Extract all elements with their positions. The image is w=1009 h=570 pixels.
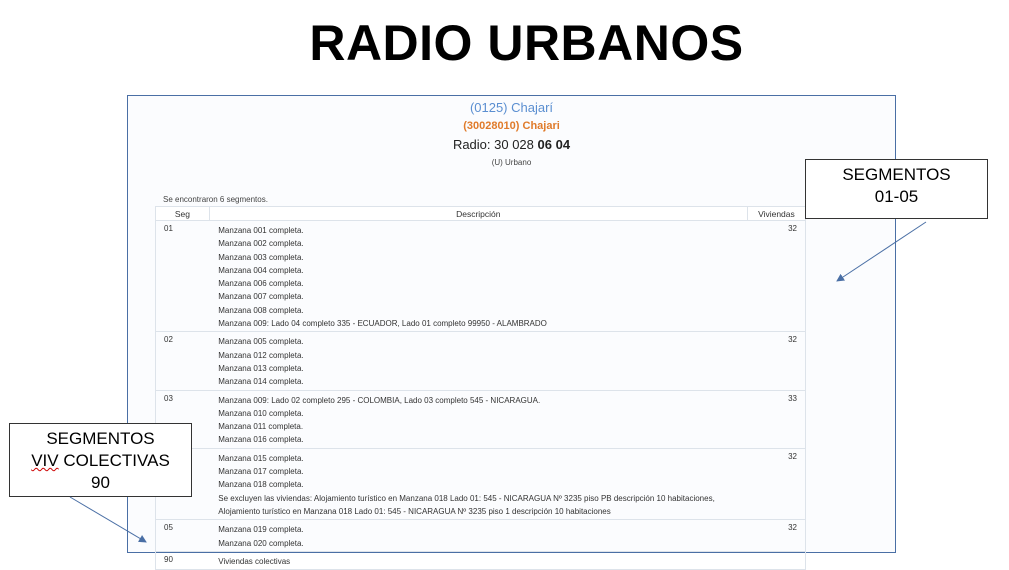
desc-line: Manzana 002 completa. <box>218 239 304 249</box>
desc-line: Manzana 016 completa. <box>218 435 304 445</box>
callout-segments-01-05: SEGMENTOS 01-05 <box>805 159 988 219</box>
desc-line: Manzana 007 completa. <box>218 292 304 302</box>
table-row: 03 Manzana 009: Lado 02 completo 295 - CO… <box>155 389 807 449</box>
viviendas-cell: 32 <box>747 331 807 391</box>
desc-line: Manzana 020 completa. <box>218 538 304 548</box>
desc-line: Manzana 004 completa. <box>218 265 304 275</box>
seg-cell: 02 <box>155 331 210 391</box>
desc-line: Manzana 011 completa. <box>218 422 304 432</box>
desc-cell: Manzana 015 completa. Manzana 017 complet… <box>209 447 748 521</box>
viviendas-cell: 32 <box>747 219 807 333</box>
desc-line: Se excluyen las viviendas: Alojamiento t… <box>218 493 715 503</box>
viviendas-cell: 33 <box>747 389 807 449</box>
radio-code: Radio: 30 028 06 04 <box>128 137 895 152</box>
desc-line: Manzana 019 completa. <box>218 525 304 535</box>
desc-cell: Manzana 005 completa. Manzana 012 complet… <box>209 331 748 391</box>
table-row: 05 Manzana 019 completa. Manzana 020 compl… <box>155 519 807 552</box>
desc-line: Manzana 006 completa. <box>218 279 304 289</box>
desc-line: Manzana 015 completa. <box>218 453 304 463</box>
callout-right-line2: 01-05 <box>874 187 919 206</box>
desc-line: Manzana 012 completa. <box>218 350 304 360</box>
viviendas-cell <box>747 550 807 570</box>
col-header-viv: Viviendas <box>746 206 807 221</box>
callout-left-line2-rest: COLECTIVAS <box>58 451 170 470</box>
desc-line: Manzana 009: Lado 04 completo 335 - ECUA… <box>218 319 547 329</box>
col-header-seg: Seg <box>155 206 210 221</box>
table-row: 04Manzana 015 completa.Manzana 017 compl… <box>155 447 807 521</box>
callout-right-line1: SEGMENTOS <box>842 165 951 184</box>
callout-left-viv-word: VIV <box>31 451 59 470</box>
col-header-desc: Descripción <box>208 206 748 221</box>
table-header-row: Seg Descripción Viviendas <box>155 206 807 221</box>
segments-panel: (0125) Chajarí (30028010) Chajari Radio:… <box>127 95 896 570</box>
desc-line: Manzana 010 completa. <box>218 408 304 418</box>
radio-prefix: Radio: 30 028 <box>452 137 534 152</box>
desc-line: Manzana 008 completa. <box>218 305 304 315</box>
table-row: 01 Manzana 001 completa. Manzana 002 compl… <box>155 219 807 333</box>
desc-line: Manzana 005 completa. <box>218 337 304 347</box>
seg-cell: 90 <box>155 550 210 570</box>
table-row: 90 Viviendas colectivas <box>155 550 807 570</box>
found-count-text: Se encontraron 6 segmentos. <box>163 195 268 204</box>
seg-cell: 01 <box>155 219 210 333</box>
radio-suffix: 06 04 <box>537 137 571 152</box>
desc-line: Manzana 014 completa. <box>218 377 304 387</box>
seg-cell: 05 <box>155 519 210 552</box>
desc-line: Manzana 018 completa. <box>218 480 304 490</box>
segments-table: Seg Descripción Viviendas 01 Manzana 001 … <box>155 206 807 570</box>
desc-cell: Manzana 009: Lado 02 completo 295 - COLO… <box>209 389 748 449</box>
department-link[interactable]: (0125) Chajarí <box>128 100 895 115</box>
desc-line: Alojamiento turístico en Manzana 018 Lad… <box>218 506 611 516</box>
callout-left-line3: 90 <box>91 473 110 492</box>
desc-line: Manzana 009: Lado 02 completo 295 - COLO… <box>218 395 541 405</box>
desc-cell: Viviendas colectivas <box>209 550 748 570</box>
viviendas-cell: 32 <box>747 447 807 521</box>
callout-left-line2: VIV COLECTIVAS <box>10 450 191 472</box>
locality-label: (30028010) Chajari <box>463 120 560 132</box>
desc-line: Viviendas colectivas <box>218 556 291 566</box>
desc-cell: Manzana 019 completa. Manzana 020 complet… <box>209 519 748 552</box>
desc-line: Manzana 003 completa. <box>218 252 304 262</box>
callout-left-line1: SEGMENTOS <box>46 429 155 448</box>
desc-line: Manzana 013 completa. <box>218 363 304 373</box>
viviendas-cell: 32 <box>747 519 807 552</box>
segments-body: 01 Manzana 001 completa. Manzana 002 compl… <box>155 219 807 570</box>
desc-line: Manzana 001 completa. <box>218 226 304 235</box>
desc-cell: Manzana 001 completa. Manzana 002 complet… <box>209 219 748 333</box>
slide-title: RADIO URBANOS <box>309 15 744 71</box>
callout-segments-viv-colectivas: SEGMENTOS VIV COLECTIVAS 90 <box>9 423 192 497</box>
desc-line: Manzana 017 completa. <box>218 467 304 477</box>
table-row: 02 Manzana 005 completa. Manzana 012 compl… <box>155 331 807 391</box>
area-type: (U) Urbano <box>491 158 532 167</box>
